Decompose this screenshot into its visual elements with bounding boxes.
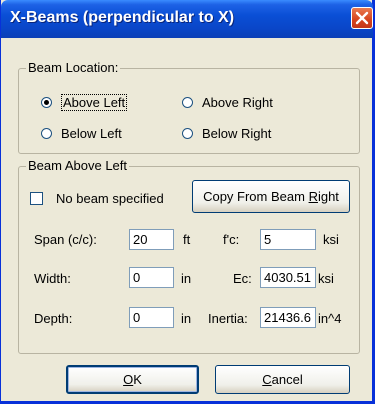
cancel-mnemonic: C (262, 372, 272, 387)
no-beam-label: No beam specified (56, 191, 164, 206)
copy-button-suffix: ight (317, 189, 339, 204)
ok-button[interactable]: OK (66, 365, 199, 394)
cancel-button[interactable]: Cancel (215, 365, 350, 394)
close-icon (355, 11, 369, 25)
title-bar[interactable]: X-Beams (perpendicular to X) (1, 0, 373, 38)
depth-label: Depth: (34, 311, 73, 326)
ok-label-rest: K (133, 372, 142, 387)
fc-input[interactable]: 5 (260, 229, 316, 250)
radio-circle-below-right (182, 128, 193, 139)
width-label: Width: (34, 271, 71, 286)
radio-label-above-left: Above Left (61, 94, 128, 111)
inertia-unit: in^4 (318, 311, 342, 326)
cancel-label-rest: ancel (271, 372, 303, 387)
window-title: X-Beams (perpendicular to X) (10, 9, 235, 26)
depth-unit: in (181, 311, 192, 326)
copy-button-prefix: Copy From Beam (203, 189, 309, 204)
ec-input[interactable]: 4030.51 (260, 267, 316, 288)
ec-label: Ec: (233, 271, 252, 286)
copy-from-beam-right-button[interactable]: Copy From Beam Right (192, 180, 350, 213)
span-input[interactable]: 20 (129, 229, 174, 250)
dialog-window: X-Beams (perpendicular to X) Beam Locati… (0, 0, 375, 404)
radio-circle-above-left (41, 97, 52, 108)
radio-above-right[interactable]: Above Right (182, 95, 273, 110)
span-label: Span (c/c): (34, 232, 97, 247)
width-input[interactable]: 0 (129, 267, 174, 288)
beam-location-group: Beam Location: (18, 60, 360, 154)
width-unit: in (181, 271, 192, 286)
fc-label: f'c: (223, 232, 240, 247)
radio-label-below-left: Below Left (61, 126, 122, 141)
radio-label-below-right: Below Right (202, 126, 272, 141)
ec-unit: ksi (318, 271, 334, 286)
beam-location-label: Beam Location: (26, 60, 121, 75)
beam-details-label: Beam Above Left (26, 158, 130, 173)
radio-circle-below-left (41, 128, 52, 139)
depth-input[interactable]: 0 (129, 307, 174, 328)
ok-mnemonic: O (123, 372, 134, 387)
inertia-input[interactable]: 21436.6 (260, 307, 316, 328)
close-button[interactable] (351, 7, 373, 29)
radio-above-left[interactable]: Above Left (41, 94, 128, 111)
radio-below-left[interactable]: Below Left (41, 126, 122, 141)
radio-below-right[interactable]: Below Right (182, 126, 271, 141)
radio-label-above-right: Above Right (202, 95, 273, 110)
copy-button-mnemonic: R (308, 189, 318, 204)
radio-circle-above-right (182, 97, 193, 108)
span-unit: ft (183, 232, 191, 247)
fc-unit: ksi (323, 232, 339, 247)
inertia-label: Inertia: (208, 311, 248, 326)
no-beam-checkbox[interactable] (30, 192, 43, 205)
